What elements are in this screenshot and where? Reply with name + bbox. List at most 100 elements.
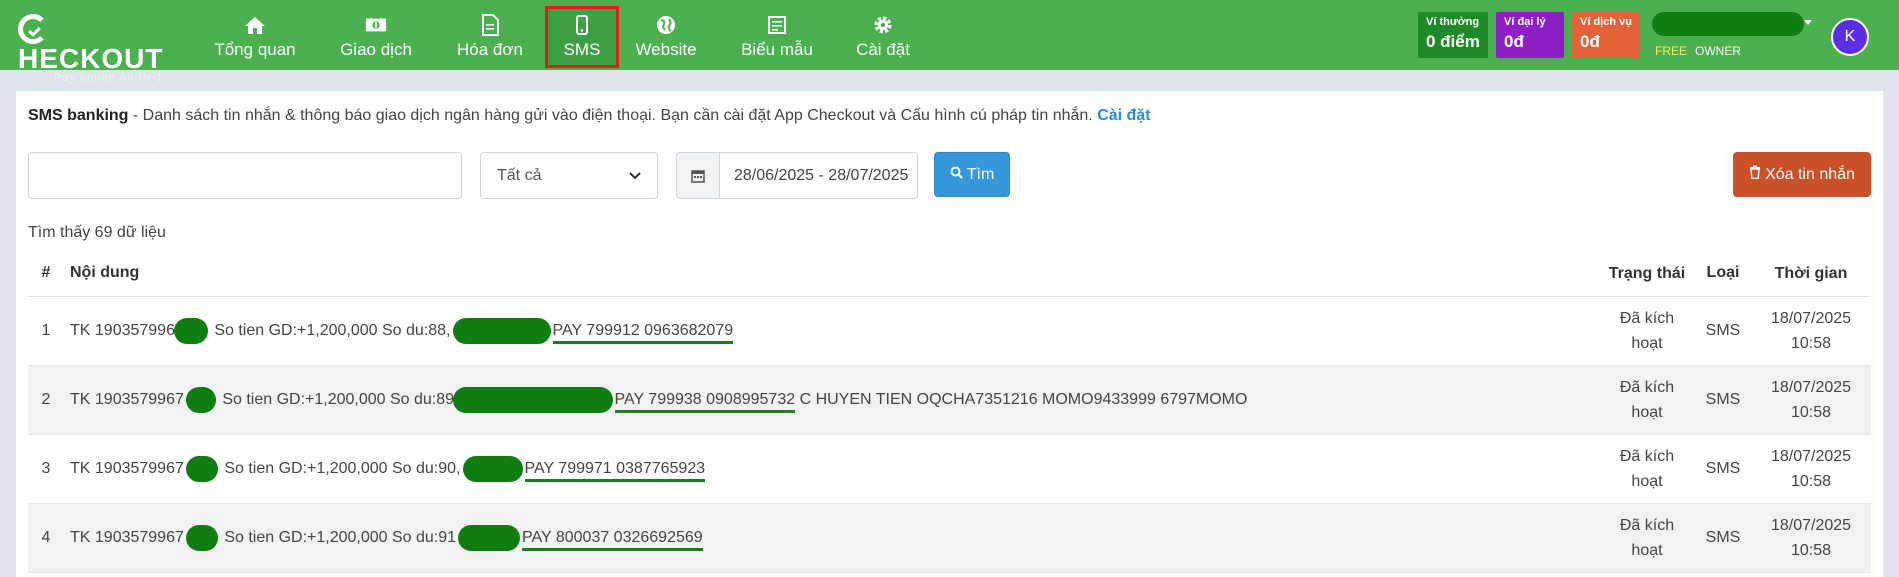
brand-tagline: Pay online All-IN-1 (54, 72, 164, 84)
redacted-mark (458, 524, 521, 551)
nav-label: Hóa đơn (457, 40, 523, 59)
user-name-redacted[interactable] (1652, 12, 1804, 36)
page-title: SMS banking (28, 107, 129, 124)
phone-icon (571, 14, 593, 36)
wallet-reward[interactable]: Ví thưởng 0 điểm (1418, 12, 1488, 58)
status-line: Đã kích (1619, 447, 1675, 465)
search-button[interactable]: Tìm (934, 152, 1010, 197)
status-line: Đã kích (1619, 309, 1675, 327)
trash-icon (1749, 165, 1761, 184)
table-header-row: # Nội dung Trạng thái Loại Thời gian (28, 251, 1871, 297)
nav-label: Giao dịch (340, 40, 412, 59)
page-intro: SMS banking - Danh sách tin nhắn & thông… (28, 107, 1151, 125)
content-middle: So tien GD:+1,200,000 So du:88, (209, 321, 451, 339)
table-row[interactable]: 4 TK 1903579967 So tien GD:+1,200,000 So… (28, 503, 1871, 573)
delete-button-label: Xóa tin nhắn (1765, 165, 1855, 183)
top-navbar: HECKOUT Pay online All-IN-1 Tổng quan Gi… (0, 0, 1899, 84)
row-status: Đã kích hoạt (1599, 503, 1695, 573)
row-type: SMS (1695, 296, 1751, 366)
calendar-icon[interactable] (676, 152, 720, 199)
row-clock: 10:58 (1790, 403, 1832, 421)
nav-tong-quan[interactable]: Tổng quan (212, 6, 298, 68)
nav-giao-dich[interactable]: Giao dịch (336, 6, 416, 68)
row-content: TK 1903579967 So tien GD:+1,200,000 So d… (64, 365, 1599, 435)
pay-code: PAY 799912 0963682079 (552, 321, 734, 344)
sms-table: # Nội dung Trạng thái Loại Thời gian 1 T… (28, 251, 1871, 573)
row-date: 18/07/2025 (1770, 447, 1852, 465)
brand-logo[interactable]: HECKOUT Pay online All-IN-1 (18, 14, 178, 84)
date-range-input[interactable]: 28/06/2025 - 28/07/2025 (719, 152, 918, 199)
pay-code: PAY 799938 0908995732 (614, 390, 796, 413)
nav-label: Tổng quan (214, 40, 296, 59)
table-row[interactable]: 1 TK 1903579967 So tien GD:+1,200,000 So… (28, 296, 1871, 366)
row-status: Đã kích hoạt (1599, 434, 1695, 504)
redacted-mark (185, 455, 218, 482)
result-count: Tìm thấy 69 dữ liệu (28, 224, 166, 241)
search-icon (950, 166, 963, 184)
row-status: Đã kích hoạt (1599, 296, 1695, 366)
plan-badge: FREE (1655, 44, 1688, 58)
row-clock: 10:58 (1790, 541, 1832, 559)
header-time: Thời gian (1751, 251, 1871, 297)
row-time: 18/07/2025 10:58 (1751, 503, 1871, 573)
status-line: hoạt (1631, 403, 1663, 421)
status-line: hoạt (1631, 541, 1663, 559)
avatar[interactable]: K (1831, 18, 1869, 56)
redacted-mark (452, 317, 551, 344)
wallet-value: 0đ (1504, 32, 1524, 51)
nav-website[interactable]: Website (628, 6, 704, 68)
row-date: 18/07/2025 (1770, 378, 1852, 396)
row-clock: 10:58 (1790, 334, 1832, 352)
row-time: 18/07/2025 10:58 (1751, 365, 1871, 435)
nav-sms[interactable]: SMS (545, 6, 619, 68)
gear-icon (872, 14, 894, 36)
settings-link[interactable]: Cài đặt (1097, 107, 1150, 124)
content-middle: So tien GD:+1,200,000 So du:89, (217, 390, 459, 408)
row-time: 18/07/2025 10:58 (1751, 296, 1871, 366)
content-prefix: TK 1903579967 (70, 321, 184, 339)
row-content: TK 1903579967 So tien GD:+1,200,000 So d… (64, 503, 1599, 573)
checkmark-c-icon (18, 14, 48, 44)
row-date: 18/07/2025 (1770, 309, 1852, 327)
nav-label: SMS (563, 40, 601, 59)
row-time: 18/07/2025 10:58 (1751, 434, 1871, 504)
search-button-label: Tìm (966, 165, 995, 183)
redacted-mark (173, 317, 208, 344)
wallet-label: Ví dịch vụ (1580, 16, 1632, 28)
main-panel: SMS banking - Danh sách tin nhắn & thông… (16, 91, 1883, 577)
filter-select[interactable]: Tất cả (480, 152, 658, 199)
delete-messages-button[interactable]: Xóa tin nhắn (1733, 152, 1871, 197)
row-content: TK 1903579967 So tien GD:+1,200,000 So d… (64, 296, 1599, 366)
wallet-service[interactable]: Ví dịch vụ 0đ (1572, 12, 1640, 58)
wallet-agent[interactable]: Ví đại lý 0đ (1496, 12, 1564, 58)
row-num: 2 (28, 365, 64, 435)
nav-label: Biểu mẫu (741, 40, 813, 59)
row-status: Đã kích hoạt (1599, 365, 1695, 435)
nav-bieu-mau[interactable]: Biểu mẫu (738, 6, 816, 68)
content-prefix: TK 1903579967 (70, 528, 184, 546)
content-prefix: TK 1903579967 (70, 390, 184, 408)
nav-cai-dat[interactable]: Cài đặt (852, 6, 914, 68)
wallet-label: Ví đại lý (1504, 16, 1546, 28)
nav-hoa-don[interactable]: Hóa đơn (452, 6, 528, 68)
pay-code: PAY 799971 0387765923 (524, 459, 706, 482)
content-middle: So tien GD:+1,200,000 So du:90, (219, 459, 461, 477)
row-type: SMS (1695, 434, 1751, 504)
nav-label: Cài đặt (856, 40, 910, 59)
search-input[interactable] (28, 152, 462, 199)
table-row[interactable]: 2 TK 1903579967 So tien GD:+1,200,000 So… (28, 365, 1871, 435)
money-icon (365, 14, 387, 36)
wallet-value: 0đ (1580, 32, 1600, 51)
content-prefix: TK 1903579967 (70, 459, 184, 477)
table-row[interactable]: 3 TK 1903579967 So tien GD:+1,200,000 So… (28, 434, 1871, 504)
redacted-mark (462, 455, 523, 482)
status-line: Đã kích (1619, 378, 1675, 396)
status-line: Đã kích (1619, 516, 1675, 534)
redacted-mark (185, 386, 216, 413)
brand-name: HECKOUT (18, 43, 164, 74)
nav-label: Website (635, 40, 697, 59)
chevron-down-icon[interactable] (1804, 20, 1812, 25)
invoice-icon (479, 14, 501, 36)
row-type: SMS (1695, 503, 1751, 573)
select-value: Tất cả (497, 166, 542, 184)
